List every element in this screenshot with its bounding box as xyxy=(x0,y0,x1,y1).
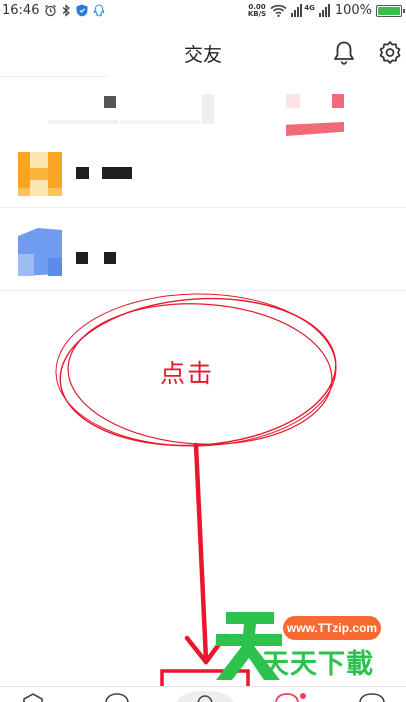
signal-icon xyxy=(291,4,303,17)
battery-percent: 100% xyxy=(334,3,372,18)
nav-search-icon[interactable] xyxy=(104,693,130,702)
battery-icon xyxy=(376,4,405,17)
bottom-nav xyxy=(0,686,406,702)
nav-home-icon[interactable] xyxy=(22,693,44,702)
banner[interactable] xyxy=(0,80,406,140)
name-block xyxy=(102,167,132,179)
banner-block xyxy=(286,94,300,108)
banner-block xyxy=(120,120,200,124)
name-block xyxy=(104,252,116,264)
name-block xyxy=(76,252,88,264)
watermark-url: www.TTzip.com xyxy=(283,616,381,640)
nav-message-icon[interactable] xyxy=(274,693,308,702)
net-speed-unit: KB/S xyxy=(247,9,267,18)
shield-icon xyxy=(76,4,88,17)
status-left: 16:46 xyxy=(2,3,105,18)
net-speed: 0.00 KB/S xyxy=(247,3,267,18)
banner-block xyxy=(104,96,116,108)
status-time: 16:46 xyxy=(2,3,40,18)
bluetooth-icon xyxy=(62,4,71,17)
signal-icon-2 xyxy=(318,4,331,17)
list-item[interactable] xyxy=(0,142,406,206)
banner-block xyxy=(286,122,344,136)
nav-profile-icon[interactable] xyxy=(358,693,386,702)
header: 交友 xyxy=(0,24,406,80)
avatar xyxy=(18,152,62,196)
gear-icon[interactable] xyxy=(377,40,403,66)
status-right: 0.00 KB/S 4G 100% xyxy=(247,3,405,18)
banner-block xyxy=(48,120,118,124)
list-divider xyxy=(0,290,406,291)
name-block xyxy=(76,167,89,179)
battery-level xyxy=(378,6,400,15)
banner-block xyxy=(332,94,344,108)
signal-label: 4G xyxy=(304,3,315,12)
status-bar: 16:46 0.00 KB/S 4G 100% xyxy=(0,0,406,24)
alarm-icon xyxy=(44,4,57,17)
wifi-icon xyxy=(270,4,287,17)
header-divider xyxy=(0,76,108,77)
bell-icon[interactable] xyxy=(332,40,356,66)
list-divider xyxy=(0,207,406,208)
watermark-text: 天天下載 xyxy=(262,649,374,680)
list-item[interactable] xyxy=(0,222,406,286)
nav-friends-icon[interactable] xyxy=(168,688,242,702)
avatar xyxy=(18,228,62,276)
annotation-label: 点击 xyxy=(160,359,215,388)
qq-icon xyxy=(93,4,105,17)
banner-block xyxy=(202,94,214,124)
